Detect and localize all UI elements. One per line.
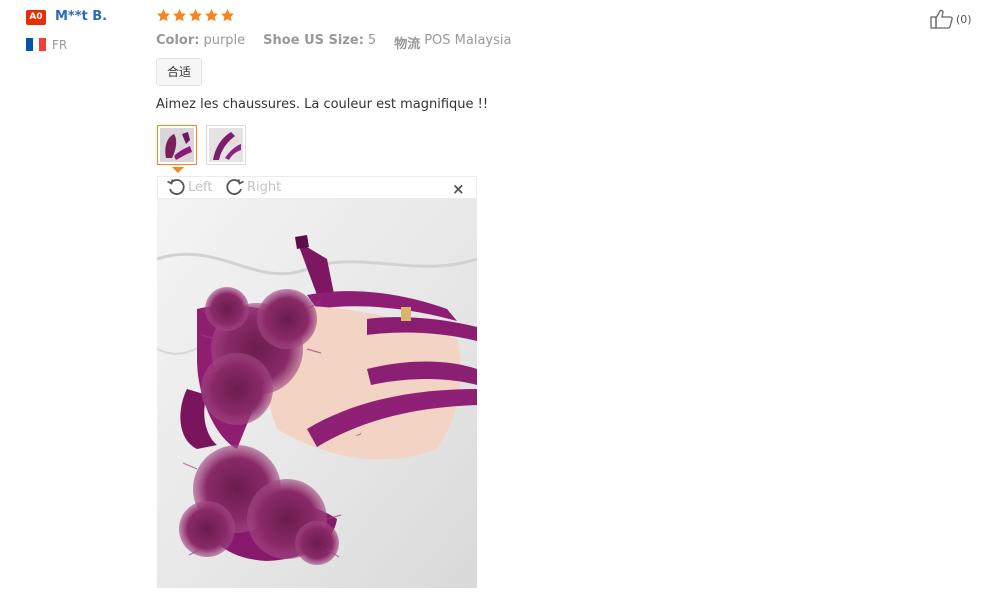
- star-icon: [221, 9, 234, 22]
- reviewer-name: M**t B.: [55, 9, 108, 24]
- buyer-level-badge: A0: [26, 10, 46, 25]
- rotate-right-label: Right: [247, 179, 282, 195]
- attr-size-label: Shoe US Size:: [263, 33, 364, 48]
- country-flag-icon: [26, 38, 47, 53]
- rotate-right-button[interactable]: Right: [225, 177, 281, 197]
- shoe-photo-thumbnail-image: [160, 128, 194, 162]
- star-icon: [205, 9, 218, 22]
- star-icon: [189, 9, 202, 22]
- review-text: Aimez les chaussures. La couleur est mag…: [156, 97, 489, 112]
- reviewer-country: FR: [52, 38, 68, 52]
- attr-logistics-value: POS Malaysia: [424, 33, 512, 48]
- attr-logistics-label: 物流: [394, 37, 421, 52]
- helpful-like-button[interactable]: (0): [930, 9, 972, 29]
- star-rating: [156, 8, 235, 23]
- rotate-left-button[interactable]: Left: [166, 177, 212, 197]
- attr-color-label: Color:: [156, 33, 200, 48]
- attr-size-value: 5: [367, 33, 377, 48]
- rotate-right-icon: [226, 179, 244, 195]
- attr-color-value: purple: [203, 33, 246, 48]
- star-icon: [157, 9, 170, 22]
- shoe-photo-thumbnail-image: [209, 128, 243, 162]
- thumbs-up-icon: [930, 9, 953, 29]
- review-photo-thumbnail[interactable]: [157, 125, 197, 165]
- rotate-left-icon: [167, 179, 185, 195]
- close-viewer-button[interactable]: ×: [452, 180, 465, 198]
- order-attributes: Color: purple Shoe US Size: 5 物流 POS Mal…: [156, 33, 511, 52]
- rotate-left-label: Left: [188, 179, 213, 195]
- star-icon: [173, 9, 186, 22]
- purple-heel-sandal-photo: ~: [157, 199, 477, 588]
- review-photo-thumbnail[interactable]: [206, 125, 246, 165]
- review-photo-large: ~: [157, 199, 477, 588]
- active-thumbnail-indicator: [172, 167, 184, 173]
- fit-tag: 合适: [156, 58, 203, 86]
- like-count: (0): [956, 12, 972, 26]
